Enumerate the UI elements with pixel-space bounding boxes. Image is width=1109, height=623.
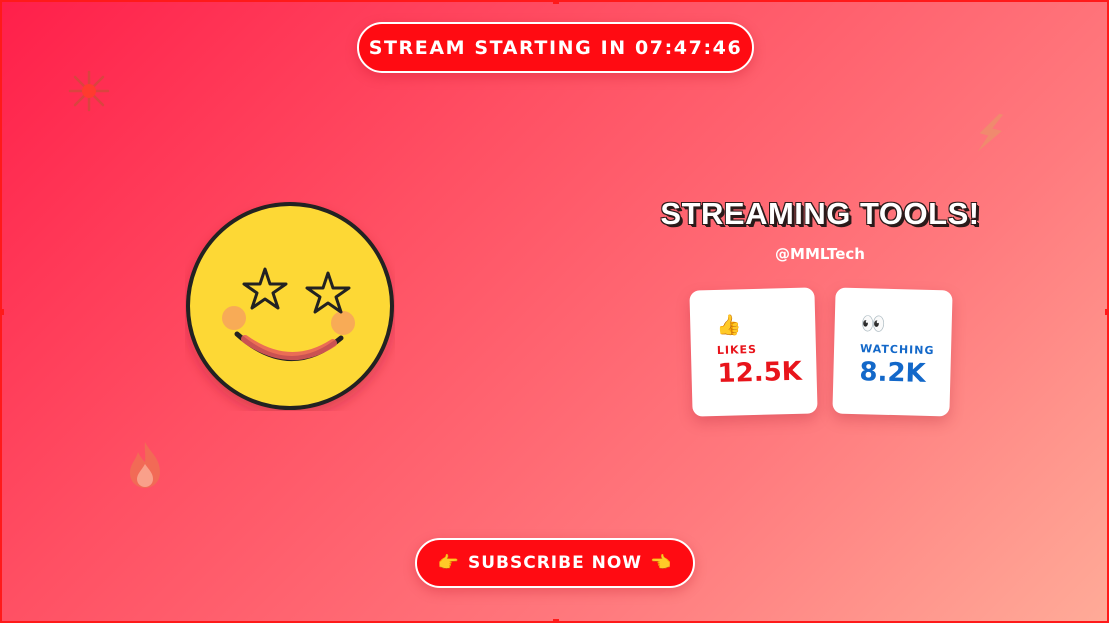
lightning-icon bbox=[977, 113, 1004, 152]
thumbs-up-icon: 👍 bbox=[715, 312, 742, 337]
sparkle-icon bbox=[68, 70, 110, 112]
subscribe-button[interactable]: 👉 SUBSCRIBE NOW 👈 bbox=[415, 538, 695, 588]
countdown-banner: STREAM STARTING IN 07:47:46 bbox=[357, 22, 754, 73]
countdown-text: STREAM STARTING IN 07:47:46 bbox=[368, 36, 743, 59]
frame-tick bbox=[553, 619, 559, 623]
fire-icon bbox=[130, 442, 160, 488]
frame-tick bbox=[553, 0, 559, 4]
watching-card: 👀 WATCHING 8.2K bbox=[832, 287, 953, 417]
frame-tick bbox=[1105, 309, 1109, 315]
channel-handle: @MMLTech bbox=[775, 245, 865, 263]
eyes-icon: 👀 bbox=[860, 311, 886, 336]
likes-count: 12.5K bbox=[717, 356, 803, 389]
subscribe-label: SUBSCRIBE NOW bbox=[467, 553, 643, 573]
likes-card: 👍 LIKES 12.5K bbox=[689, 287, 818, 417]
frame-tick bbox=[0, 309, 4, 315]
watching-label: WATCHING bbox=[859, 342, 935, 358]
stream-title: STREAMING TOOLS! bbox=[660, 196, 980, 231]
pointing-right-icon: 👉 bbox=[437, 553, 460, 573]
pointing-left-icon: 👈 bbox=[650, 553, 673, 573]
likes-label: LIKES bbox=[716, 342, 758, 357]
star-struck-smiley-icon bbox=[186, 202, 394, 410]
watching-count: 8.2K bbox=[859, 357, 927, 389]
